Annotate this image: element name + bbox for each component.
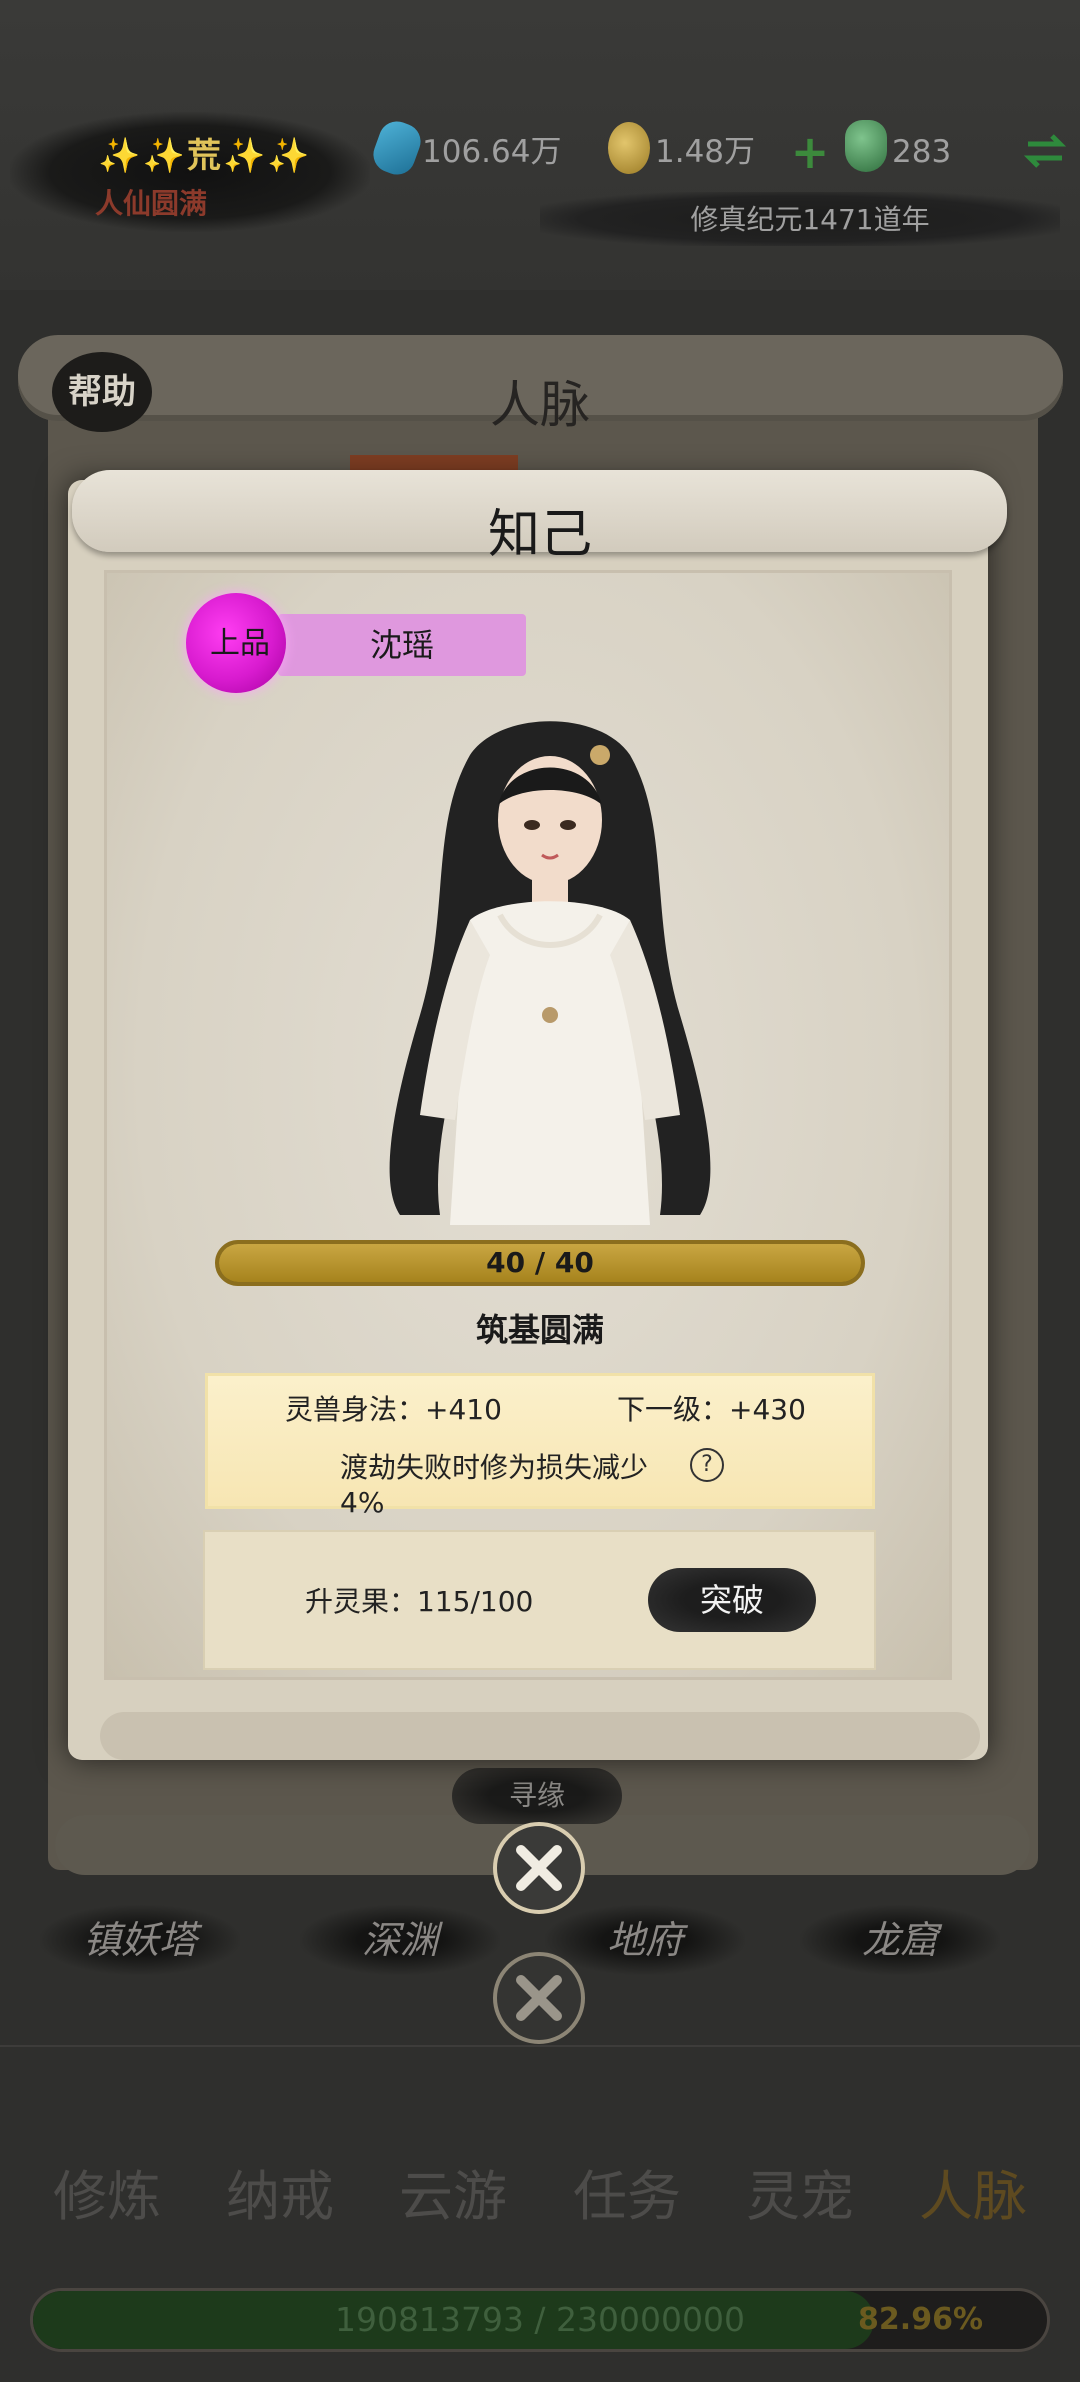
divider	[0, 2045, 1080, 2047]
region-abyss[interactable]: 深渊	[300, 1905, 500, 1975]
current-bonus: 灵兽身法：+410	[285, 1393, 502, 1426]
tab-cultivate[interactable]: 修炼	[32, 2157, 182, 2237]
intimacy-progress-bar: 40 / 40	[215, 1240, 865, 1286]
character-portrait	[350, 715, 750, 1225]
rank-subtitle: 人仙圆满	[95, 187, 208, 220]
breakthrough-button[interactable]: 突破	[648, 1568, 816, 1632]
grade-label: 上品	[210, 626, 270, 661]
close-icon	[516, 1845, 562, 1891]
tab-network[interactable]: 人脉	[898, 2157, 1048, 2237]
tab-tasks[interactable]: 任务	[552, 2157, 702, 2237]
jade-gourd-value: 283	[892, 134, 952, 170]
effect-description: 渡劫失败时修为损失减少4%	[340, 1451, 649, 1519]
seek-fate-button[interactable]: 寻缘	[452, 1768, 622, 1824]
cultivation-xp-bar: 190813793 / 230000000 82.96%	[30, 2288, 1050, 2352]
close-dialog-button[interactable]	[493, 1822, 585, 1914]
realm-label: 筑基圆满	[475, 1311, 604, 1349]
add-currency-button[interactable]: +	[790, 129, 830, 175]
progress-label: 40 / 40	[486, 1246, 594, 1279]
close-panel-button[interactable]	[493, 1952, 585, 2044]
character-name: 沈瑶	[369, 626, 434, 664]
swap-arrows-icon[interactable]	[1022, 128, 1068, 174]
dialog-title: 知己	[487, 505, 592, 565]
network-panel-title: 人脉	[490, 376, 590, 434]
tab-spirit-pet[interactable]: 灵宠	[725, 2157, 875, 2237]
spirit-stone-value: 106.64万	[422, 134, 562, 170]
region-dragon-cave[interactable]: 龙窟	[800, 1905, 1000, 1975]
rank-title: ✨✨荒✨✨	[98, 136, 312, 176]
xp-percent: 82.96%	[858, 2302, 983, 2337]
help-button[interactable]: 帮助	[52, 352, 152, 432]
tab-travel[interactable]: 云游	[378, 2157, 528, 2237]
question-icon[interactable]: ?	[690, 1448, 724, 1482]
jade-gourd-icon	[845, 120, 887, 172]
dialog-bottom-roll	[100, 1712, 980, 1760]
next-level-bonus: 下一级：+430	[617, 1393, 806, 1426]
era-text: 修真纪元1471道年	[690, 203, 930, 236]
tab-storage-ring[interactable]: 纳戒	[205, 2157, 355, 2237]
spirit-fruit-count: 升灵果：115/100	[305, 1585, 534, 1618]
close-icon	[516, 1975, 562, 2021]
gold-coin-icon	[608, 122, 650, 174]
region-demon-tower[interactable]: 镇妖塔	[40, 1905, 240, 1975]
gold-coin-value: 1.48万	[655, 134, 756, 170]
